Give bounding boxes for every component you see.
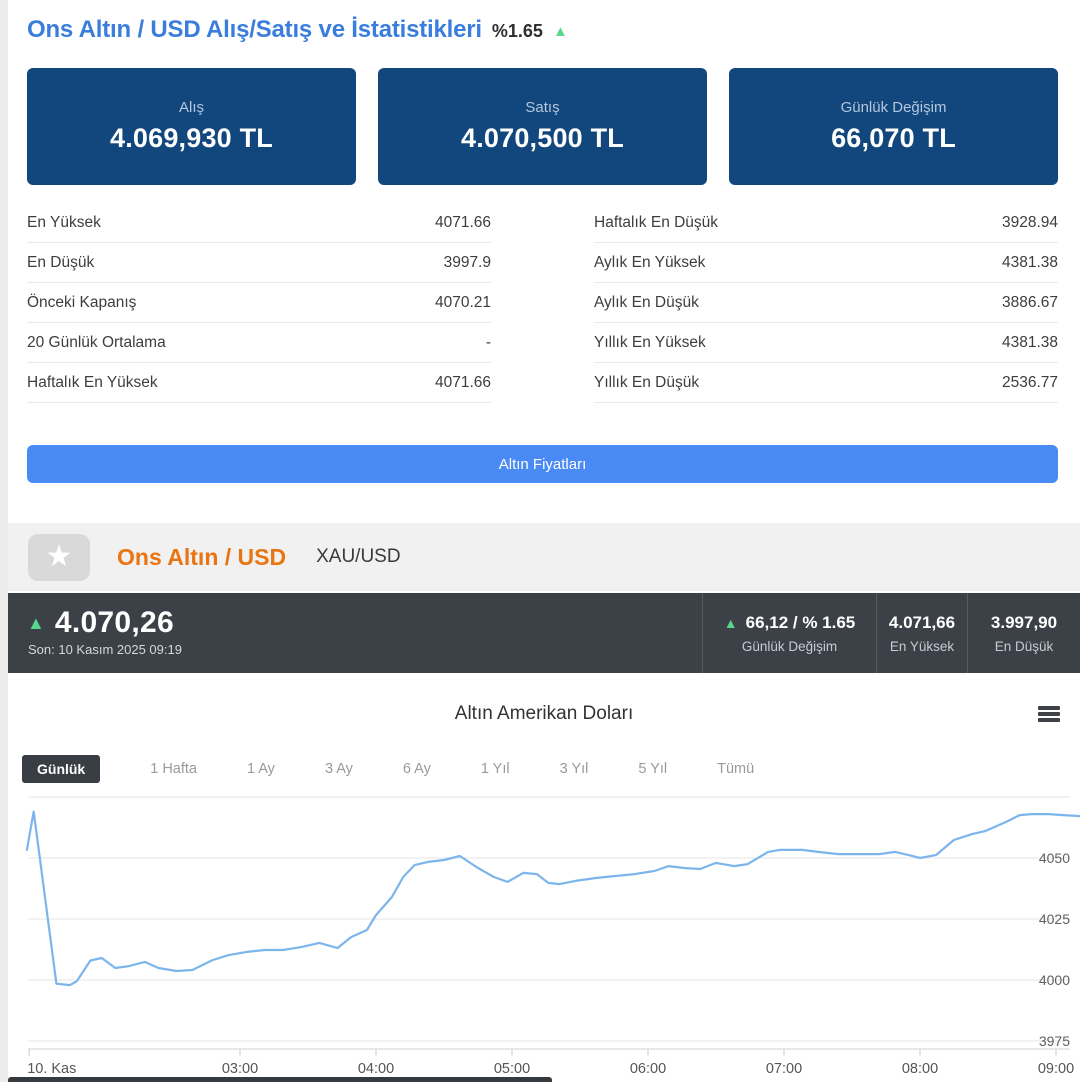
card-label: Günlük Değişim <box>841 99 947 116</box>
ticker-cell: 3.997,90 En Düşük <box>967 593 1080 673</box>
favorite-star-button[interactable]: ★ <box>28 534 90 581</box>
ticker-cell-label: En Düşük <box>995 639 1054 654</box>
range-tab-tümü[interactable]: Tümü <box>717 761 754 777</box>
instrument-name: Ons Altın / USD <box>117 544 286 571</box>
chart-title: Altın Amerikan Doları <box>8 703 1080 725</box>
card-value: 66,070 TL <box>831 123 956 154</box>
table-row: Haftalık En Düşük 3928.94 <box>594 203 1058 243</box>
chart-range-tabs: Günlük 1 Hafta 1 Ay 3 Ay 6 Ay 1 Yıl 3 Yıl 5 Yıl… <box>8 754 1080 784</box>
chart-card: Altın Amerikan Doları Günlük 1 Hafta 1 Ay 3… <box>8 673 1080 1089</box>
card-value: 4.069,930 TL <box>110 123 273 154</box>
stat-value: 3997.9 <box>444 254 491 272</box>
svg-text:06:00: 06:00 <box>630 1061 666 1077</box>
stat-label: En Yüksek <box>27 214 101 232</box>
ticker-cell-label: Günlük Değişim <box>742 639 837 654</box>
table-row: Aylık En Düşük 3886.67 <box>594 283 1058 323</box>
price-card: Satış 4.070,500 TL <box>378 68 707 185</box>
svg-text:07:00: 07:00 <box>766 1061 802 1077</box>
svg-text:10. Kas: 10. Kas <box>27 1061 76 1077</box>
statistics-right-column: Haftalık En Düşük 3928.94 Aylık En Yükse… <box>594 203 1058 403</box>
price-card: Günlük Değişim 66,070 TL <box>729 68 1058 185</box>
stats-header: Ons Altın / USD Alış/Satış ve İstatistik… <box>27 16 1058 46</box>
stat-value: 4071.66 <box>435 374 491 392</box>
ticker-cell: 4.071,66 En Yüksek <box>876 593 967 673</box>
svg-text:05:00: 05:00 <box>494 1061 530 1077</box>
table-row: Önceki Kapanış 4070.21 <box>27 283 491 323</box>
table-row: Aylık En Yüksek 4381.38 <box>594 243 1058 283</box>
stat-value: 2536.77 <box>1002 374 1058 392</box>
price-line-chart[interactable]: 3975 4000 4025 4050 10. Kas 03:00 04:00 05:00 06… <box>8 789 1080 1089</box>
statistics-left-column: En Yüksek 4071.66 En Düşük 3997.9 Önceki… <box>27 203 491 403</box>
stat-value: 4070.21 <box>435 294 491 312</box>
stat-value: 3886.67 <box>1002 294 1058 312</box>
range-tab-3-yıl[interactable]: 3 Yıl <box>560 761 589 777</box>
instrument-code: XAU/USD <box>316 546 400 568</box>
range-tab-günlük[interactable]: Günlük <box>22 755 100 783</box>
change-percent: %1.65 <box>492 21 543 42</box>
stat-value: 4381.38 <box>1002 254 1058 272</box>
last-update-time: Son: 10 Kasım 2025 09:19 <box>28 642 702 657</box>
table-row: 20 Günlük Ortalama - <box>27 323 491 363</box>
card-value: 4.070,500 TL <box>461 123 624 154</box>
ticker-cell-value: 3.997,90 <box>991 613 1057 633</box>
table-row: Haftalık En Yüksek 4071.66 <box>27 363 491 403</box>
ticker-cell: ▲ 66,12 / % 1.65 Günlük Değişim <box>702 593 876 673</box>
stat-label: Aylık En Yüksek <box>594 254 705 272</box>
stat-label: Yıllık En Yüksek <box>594 334 706 352</box>
range-tab-5-yıl[interactable]: 5 Yıl <box>638 761 667 777</box>
statistics-table: En Yüksek 4071.66 En Düşük 3997.9 Önceki… <box>27 203 1058 403</box>
ticker-cell-value: 66,12 / % 1.65 <box>746 613 856 633</box>
svg-text:09:00: 09:00 <box>1038 1061 1074 1077</box>
stats-panel: Ons Altın / USD Alış/Satış ve İstatistik… <box>8 0 1080 483</box>
table-row: Yıllık En Düşük 2536.77 <box>594 363 1058 403</box>
instrument-strip: ★ Ons Altın / USD XAU/USD <box>8 523 1080 591</box>
range-tab-1-hafta[interactable]: 1 Hafta <box>150 761 197 777</box>
card-label: Satış <box>525 99 559 116</box>
stat-label: Haftalık En Yüksek <box>27 374 158 392</box>
stat-label: Önceki Kapanış <box>27 294 136 312</box>
up-arrow-icon: ▲ <box>27 614 45 632</box>
stat-value: - <box>486 334 491 352</box>
up-arrow-icon: ▲ <box>724 615 738 631</box>
ticker-cell-label: En Yüksek <box>890 639 954 654</box>
page-left-gutter <box>0 0 8 1082</box>
next-section-peek <box>8 1077 552 1082</box>
range-tab-1-ay[interactable]: 1 Ay <box>247 761 275 777</box>
svg-text:04:00: 04:00 <box>358 1061 394 1077</box>
page-title: Ons Altın / USD Alış/Satış ve İstatistik… <box>27 16 482 44</box>
stat-label: Haftalık En Düşük <box>594 214 718 232</box>
svg-text:08:00: 08:00 <box>902 1061 938 1077</box>
up-arrow-icon: ▲ <box>553 23 568 40</box>
ticker-stat-cells: ▲ 66,12 / % 1.65 Günlük Değişim 4.071,66 … <box>702 593 1080 673</box>
stat-value: 4071.66 <box>435 214 491 232</box>
stat-label: En Düşük <box>27 254 94 272</box>
stat-label: Aylık En Düşük <box>594 294 699 312</box>
svg-text:4000: 4000 <box>1039 972 1070 988</box>
range-tab-6-ay[interactable]: 6 Ay <box>403 761 431 777</box>
chart-menu-icon[interactable] <box>1038 706 1060 724</box>
table-row: En Düşük 3997.9 <box>27 243 491 283</box>
stat-label: 20 Günlük Ortalama <box>27 334 166 352</box>
ticker-cell-value: 4.071,66 <box>889 613 955 633</box>
star-icon: ★ <box>46 542 73 572</box>
price-card: Alış 4.069,930 TL <box>27 68 356 185</box>
table-row: En Yüksek 4071.66 <box>27 203 491 243</box>
range-tab-3-ay[interactable]: 3 Ay <box>325 761 353 777</box>
ticker-bar: ▲ 4.070,26 Son: 10 Kasım 2025 09:19 ▲ 66,… <box>8 593 1080 673</box>
stat-label: Yıllık En Düşük <box>594 374 699 392</box>
ticker-price-block: ▲ 4.070,26 Son: 10 Kasım 2025 09:19 <box>8 593 702 673</box>
svg-text:4050: 4050 <box>1039 850 1070 866</box>
range-tab-1-yıl[interactable]: 1 Yıl <box>481 761 510 777</box>
svg-text:03:00: 03:00 <box>222 1061 258 1077</box>
price-cards: Alış 4.069,930 TL Satış 4.070,500 TL Gün… <box>27 68 1058 185</box>
svg-text:4025: 4025 <box>1039 911 1070 927</box>
card-label: Alış <box>179 99 204 116</box>
gold-prices-button[interactable]: Altın Fiyatları <box>27 445 1058 483</box>
table-row: Yıllık En Yüksek 4381.38 <box>594 323 1058 363</box>
stat-value: 4381.38 <box>1002 334 1058 352</box>
svg-text:3975: 3975 <box>1039 1033 1070 1049</box>
last-price: 4.070,26 <box>55 606 174 640</box>
stat-value: 3928.94 <box>1002 214 1058 232</box>
